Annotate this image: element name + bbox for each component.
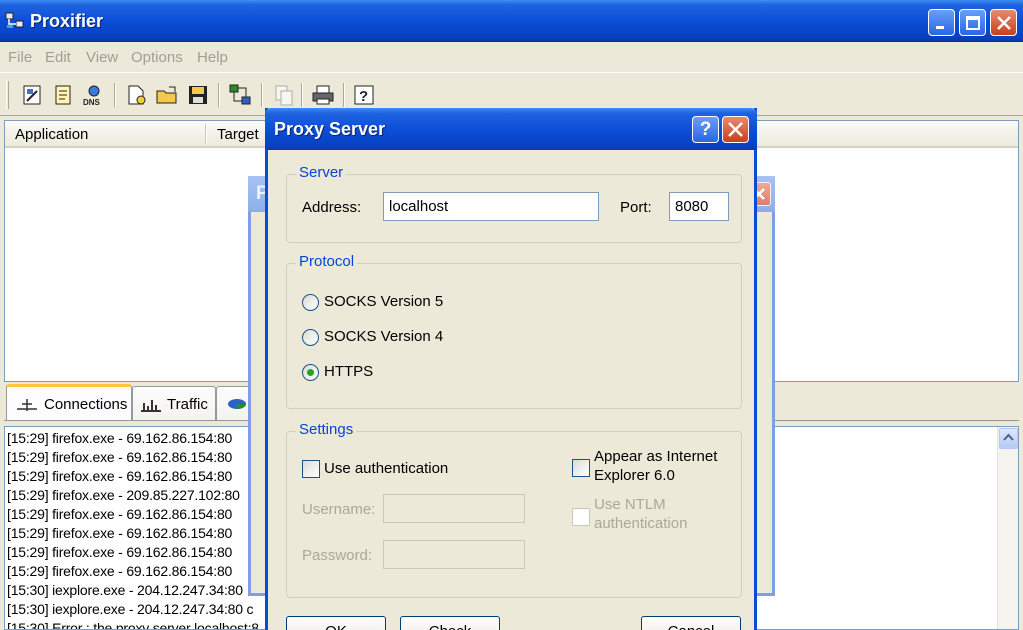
log-line: [15:29] firefox.exe - 209.85.227.102:80	[7, 487, 240, 503]
rules-icon[interactable]	[52, 83, 76, 107]
settings-group: Settings Use authentication Username: Pa…	[286, 421, 742, 598]
tab-traffic[interactable]: Traffic	[132, 386, 216, 420]
log-line: [15:30] iexplore.exe - 204.12.247.34:80 …	[7, 601, 254, 617]
socks5-radio[interactable]	[302, 294, 319, 311]
password-label: Password:	[302, 547, 373, 564]
use-auth-label[interactable]: Use authentication	[324, 460, 448, 477]
print-icon[interactable]	[311, 83, 335, 107]
log-line: [15:29] firefox.exe - 69.162.86.154:80	[7, 525, 233, 541]
menu-edit[interactable]: Edit	[45, 49, 71, 66]
column-divider[interactable]	[205, 124, 207, 144]
dialog-title-bar[interactable]: Proxy Server ?	[265, 108, 757, 150]
socks5-label[interactable]: SOCKS Version 5	[324, 293, 443, 310]
profile-icon[interactable]	[21, 83, 45, 107]
socks4-radio[interactable]	[302, 329, 319, 346]
username-input[interactable]	[383, 494, 525, 523]
connections-icon	[17, 399, 37, 411]
window-title: Proxifier	[30, 11, 104, 31]
ntlm-label-line1: Use NTLM	[594, 496, 666, 513]
appear-ie-label-line1[interactable]: Appear as Internet	[594, 448, 717, 465]
maximize-button[interactable]	[959, 9, 986, 36]
close-icon	[997, 16, 1011, 30]
close-button[interactable]	[990, 9, 1017, 36]
scroll-up-button[interactable]	[999, 428, 1018, 449]
main-title-bar[interactable]: Proxifier	[0, 0, 1023, 42]
maximize-icon	[966, 16, 980, 30]
column-application[interactable]: Application	[15, 126, 88, 143]
log-line: [15:29] firefox.exe - 69.162.86.154:80	[7, 449, 233, 465]
appear-ie-label-line2[interactable]: Explorer 6.0	[594, 467, 675, 484]
tab-label: Traffic	[167, 396, 208, 413]
menu-bar: File Edit View Options Help	[0, 43, 1023, 71]
open-icon[interactable]	[155, 83, 179, 107]
port-input[interactable]: 8080	[669, 192, 729, 221]
check-button[interactable]: Check	[400, 616, 500, 630]
ntlm-label-line2: authentication	[594, 515, 688, 532]
dialog-title: Proxy Server	[274, 119, 386, 139]
toolbar-separator	[114, 83, 116, 107]
new-icon[interactable]	[124, 83, 148, 107]
cancel-button[interactable]: Cancel	[641, 616, 741, 630]
dialog-help-button[interactable]: ?	[692, 116, 719, 143]
help-icon: ?	[699, 119, 712, 140]
chevron-up-icon	[1003, 433, 1014, 441]
proxy-server-dialog: Proxy Server ? Server Address: localhost…	[265, 108, 757, 630]
ok-button[interactable]: OK	[286, 616, 386, 630]
menu-file[interactable]: File	[8, 49, 32, 66]
toolbar-separator	[218, 83, 220, 107]
settings-legend: Settings	[296, 421, 357, 438]
log-line: [15:29] firefox.exe - 69.162.86.154:80	[7, 544, 233, 560]
server-group: Server Address: localhost Port: 8080	[286, 164, 742, 243]
appear-ie-checkbox[interactable]	[572, 459, 590, 477]
menu-help[interactable]: Help	[197, 49, 228, 66]
traffic-icon	[141, 400, 161, 412]
password-input[interactable]	[383, 540, 525, 569]
menu-options[interactable]: Options	[131, 49, 183, 66]
tab-connections[interactable]: Connections	[6, 384, 132, 420]
copy-icon[interactable]	[272, 83, 296, 107]
https-radio[interactable]	[302, 364, 319, 381]
tab-label: Connections	[44, 396, 128, 413]
dns-icon[interactable]: DNS	[82, 83, 106, 107]
statistics-icon	[228, 399, 246, 409]
toolbar-separator	[343, 83, 345, 107]
log-line: [15:30] Error : the proxy server localho…	[7, 620, 259, 630]
log-line: [15:29] firefox.exe - 69.162.86.154:80	[7, 506, 233, 522]
toolbar-separator	[301, 83, 303, 107]
protocol-group: Protocol SOCKS Version 5 SOCKS Version 4…	[286, 253, 742, 409]
close-icon	[728, 122, 743, 137]
address-input[interactable]: localhost	[383, 192, 599, 221]
minimize-icon	[936, 26, 944, 29]
dialog-close-button[interactable]	[722, 116, 749, 143]
log-scrollbar[interactable]	[997, 427, 1018, 629]
svg-text:DNS: DNS	[83, 98, 101, 107]
ntlm-checkbox[interactable]	[572, 508, 590, 526]
https-label[interactable]: HTTPS	[324, 363, 373, 380]
column-target[interactable]: Target	[217, 126, 259, 143]
toolbar-grip[interactable]	[6, 81, 9, 109]
help-icon[interactable]: ?	[352, 83, 376, 107]
address-label: Address:	[302, 199, 362, 216]
save-icon[interactable]	[186, 83, 210, 107]
toolbar-separator	[261, 83, 263, 107]
menu-view[interactable]: View	[86, 49, 118, 66]
port-label: Port:	[620, 199, 652, 216]
proxifier-app-icon	[5, 12, 24, 28]
log-line: [15:29] firefox.exe - 69.162.86.154:80	[7, 430, 233, 446]
log-line: [15:29] firefox.exe - 69.162.86.154:80	[7, 468, 233, 484]
protocol-legend: Protocol	[296, 253, 358, 270]
log-line: [15:30] iexplore.exe - 204.12.247.34:80	[7, 582, 243, 598]
server-legend: Server	[296, 164, 347, 181]
log-line: [15:29] firefox.exe - 69.162.86.154:80	[7, 563, 233, 579]
username-label: Username:	[302, 501, 376, 518]
socks4-label[interactable]: SOCKS Version 4	[324, 328, 443, 345]
minimize-button[interactable]	[928, 9, 955, 36]
proxy-chains-icon[interactable]	[228, 83, 252, 107]
use-auth-checkbox[interactable]	[302, 460, 320, 478]
svg-text:?: ?	[359, 88, 368, 105]
